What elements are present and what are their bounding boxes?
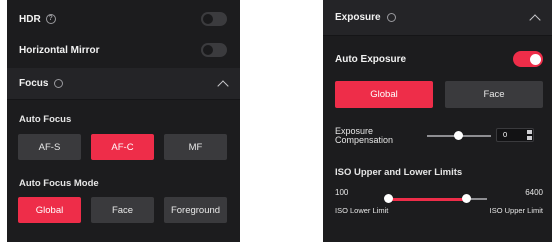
toggle-knob (203, 45, 213, 55)
exposure-compensation-label-line2: Compensation (335, 135, 394, 145)
exposure-section-header[interactable]: Exposure (323, 0, 552, 36)
focus-mode-global-button[interactable]: Global (18, 197, 81, 223)
toggle-knob (203, 14, 213, 24)
hdr-label: HDR (19, 13, 41, 25)
focus-mode-foreground-button[interactable]: Foreground (164, 197, 227, 223)
toggle-knob (530, 53, 541, 65)
horizontal-mirror-label: Horizontal Mirror (19, 44, 100, 56)
iso-min-value: 100 (335, 188, 349, 197)
auto-focus-mode-label: Auto Focus Mode (19, 178, 99, 189)
iso-upper-limit-label: ISO Upper Limit (489, 206, 543, 215)
refresh-circle-icon[interactable] (386, 13, 396, 22)
focus-mode-face-button[interactable]: Face (91, 197, 154, 223)
exposure-label: Exposure (335, 12, 381, 23)
mf-button[interactable]: MF (164, 134, 227, 160)
iso-lower-limit-label: ISO Lower Limit (335, 206, 389, 215)
exposure-compensation-value: 0 (503, 130, 508, 139)
chevron-up-icon[interactable] (217, 79, 229, 92)
iso-limits-label: ISO Upper and Lower Limits (335, 167, 463, 178)
camera-settings-panel-right: Exposure Auto Exposure Global Face Expos… (323, 0, 552, 242)
auto-exposure-toggle[interactable] (513, 51, 543, 67)
chevron-up-icon[interactable] (529, 13, 541, 26)
iso-lower-thumb[interactable] (384, 194, 393, 203)
focus-label: Focus (19, 78, 49, 89)
metering-face-button[interactable]: Face (445, 81, 543, 108)
iso-range-fill (389, 198, 466, 201)
horizontal-mirror-row: Horizontal Mirror (7, 37, 240, 63)
exposure-compensation-thumb[interactable] (454, 131, 463, 140)
info-icon[interactable]: ? (45, 14, 56, 24)
horizontal-mirror-toggle[interactable] (201, 43, 227, 57)
auto-exposure-row: Auto Exposure (323, 46, 552, 72)
iso-upper-thumb[interactable] (462, 194, 471, 203)
exposure-compensation-input[interactable]: 0 (496, 128, 534, 142)
camera-settings-panel-left: HDR ? Horizontal Mirror Focus Auto Focus… (7, 0, 240, 242)
auto-exposure-label: Auto Exposure (335, 53, 407, 65)
auto-focus-label: Auto Focus (19, 114, 72, 125)
hdr-row: HDR ? (7, 6, 240, 32)
focus-section-header[interactable]: Focus (7, 68, 240, 100)
stepper-arrows-icon[interactable] (527, 130, 532, 140)
af-s-button[interactable]: AF-S (18, 134, 81, 160)
exposure-compensation-label: Exposure Compensation (335, 127, 393, 145)
metering-global-button[interactable]: Global (335, 81, 433, 108)
iso-max-value: 6400 (525, 188, 543, 197)
hdr-toggle[interactable] (201, 12, 227, 26)
af-c-button[interactable]: AF-C (91, 134, 154, 160)
refresh-circle-icon[interactable] (54, 79, 64, 88)
